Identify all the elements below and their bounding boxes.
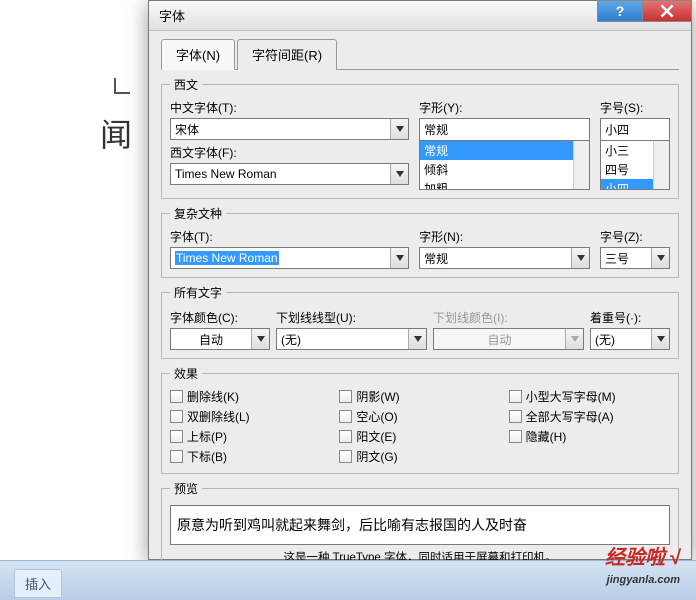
ribbon-bar: 插入: [0, 560, 696, 600]
style-label: 字形(Y):: [419, 99, 590, 116]
dropdown-icon: [565, 329, 583, 349]
en-font-combo[interactable]: Times New Roman: [170, 163, 409, 185]
cn-font-label: 中文字体(T):: [170, 99, 409, 116]
style-listbox[interactable]: 常规 倾斜 加粗: [419, 140, 590, 190]
dropdown-icon: [408, 329, 426, 349]
font-color-label: 字体颜色(C):: [170, 309, 270, 326]
close-icon: [660, 4, 674, 18]
list-item[interactable]: 倾斜: [420, 160, 589, 179]
style-value[interactable]: 常规: [419, 118, 590, 140]
document-text: 闻: [100, 110, 132, 156]
dropdown-icon: [390, 119, 408, 139]
dropdown-icon: [571, 248, 589, 268]
dropdown-icon: [390, 164, 408, 184]
watermark-logo: 经验啦√: [605, 541, 680, 570]
fieldset-complex: 复杂文种 字体(T): Times New Roman 字形(N): 常规: [161, 205, 679, 278]
help-button[interactable]: ?: [597, 0, 643, 22]
legend-allfonts: 所有文字: [170, 284, 226, 301]
emphasis-label: 着重号(·):: [590, 309, 670, 326]
list-item[interactable]: 加粗: [420, 179, 589, 190]
dropdown-icon: [390, 248, 408, 268]
en-font-label: 西文字体(F):: [170, 144, 409, 161]
size-listbox[interactable]: 小三 四号 小四: [600, 140, 670, 190]
checkbox-shadow[interactable]: 阴影(W): [339, 388, 500, 405]
complex-font-label: 字体(T):: [170, 228, 409, 245]
emphasis-combo[interactable]: (无): [590, 328, 670, 350]
ribbon-tab-insert[interactable]: 插入: [14, 569, 62, 598]
checkbox-sub[interactable]: 下标(B): [170, 448, 331, 465]
fieldset-western: 西文 中文字体(T): 宋体 西文字体(F): Times New Roman …: [161, 76, 679, 199]
dialog-titlebar: 字体 ?: [149, 1, 691, 31]
preview-text: 原意为听到鸡叫就起来舞剑，后比喻有志报国的人及时奋: [170, 505, 670, 545]
scrollbar[interactable]: [653, 141, 669, 189]
checkbox-engrave[interactable]: 阴文(G): [339, 448, 500, 465]
text-cursor-marker: [114, 78, 130, 94]
font-color-combo[interactable]: 自动: [170, 328, 270, 350]
underline-color-combo: 自动: [433, 328, 584, 350]
size-label: 字号(S):: [600, 99, 670, 116]
complex-style-label: 字形(N):: [419, 228, 590, 245]
tab-font[interactable]: 字体(N): [161, 39, 235, 70]
checkbox-super[interactable]: 上标(P): [170, 428, 331, 445]
dropdown-icon: [251, 329, 269, 349]
checkbox-hollow[interactable]: 空心(O): [339, 408, 500, 425]
checkbox-dblstrike[interactable]: 双删除线(L): [170, 408, 331, 425]
fieldset-allfonts: 所有文字 字体颜色(C): 自动 下划线线型(U): (无): [161, 284, 679, 359]
close-button[interactable]: [642, 0, 692, 22]
tabs: 字体(N) 字符间距(R): [161, 39, 679, 70]
checkbox-allcaps[interactable]: 全部大写字母(A): [509, 408, 670, 425]
underline-style-label: 下划线线型(U):: [276, 309, 427, 326]
complex-size-label: 字号(Z):: [600, 228, 670, 245]
legend-effects: 效果: [170, 365, 202, 382]
legend-western: 西文: [170, 76, 202, 93]
dialog-title: 字体: [159, 6, 185, 25]
checkbox-hidden[interactable]: 隐藏(H): [509, 428, 670, 445]
scrollbar[interactable]: [573, 141, 589, 189]
cn-font-combo[interactable]: 宋体: [170, 118, 409, 140]
checkbox-strike[interactable]: 删除线(K): [170, 388, 331, 405]
underline-style-combo[interactable]: (无): [276, 328, 427, 350]
font-dialog: 字体 ? 字体(N) 字符间距(R) 西文 中文字体(T): 宋体 西文字: [148, 0, 692, 560]
dropdown-icon: [651, 248, 669, 268]
size-value[interactable]: 小四: [600, 118, 670, 140]
list-item[interactable]: 常规: [420, 141, 589, 160]
complex-style-combo[interactable]: 常规: [419, 247, 590, 269]
dropdown-icon: [651, 329, 669, 349]
legend-preview: 预览: [170, 480, 202, 497]
watermark-url: jingyanla.com: [607, 574, 680, 586]
tab-spacing[interactable]: 字符间距(R): [237, 39, 337, 70]
checkbox-emboss[interactable]: 阳文(E): [339, 428, 500, 445]
complex-font-combo[interactable]: Times New Roman: [170, 247, 409, 269]
underline-color-label: 下划线颜色(I):: [433, 309, 584, 326]
complex-size-combo[interactable]: 三号: [600, 247, 670, 269]
fieldset-effects: 效果 删除线(K) 阴影(W) 小型大写字母(M) 双删除线(L) 空心(O) …: [161, 365, 679, 474]
legend-complex: 复杂文种: [170, 205, 226, 222]
checkbox-smallcaps[interactable]: 小型大写字母(M): [509, 388, 670, 405]
